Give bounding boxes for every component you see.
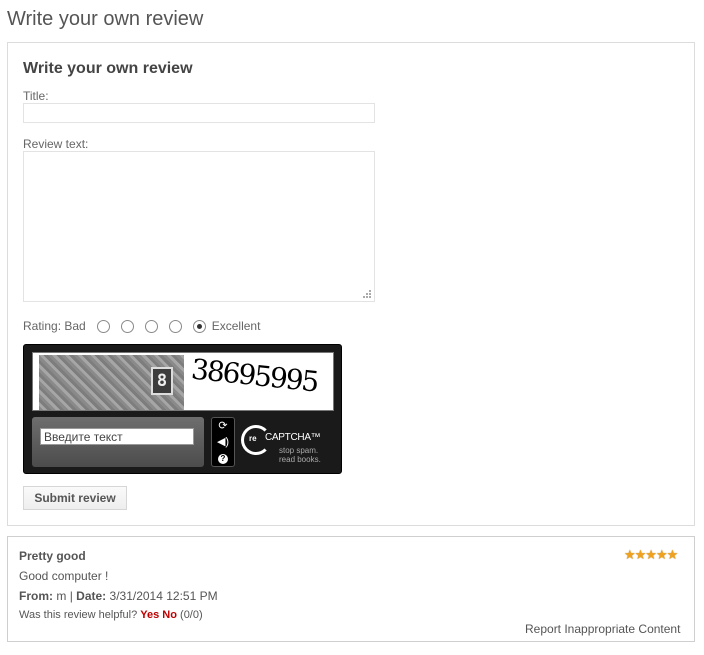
review-separator: | [69, 589, 73, 603]
helpful-no-link[interactable]: No [162, 609, 177, 621]
review-stars-icon: ★★★★★ [624, 547, 678, 562]
captcha-challenge-image: 8 38695995 [32, 352, 334, 411]
recaptcha-widget: 8 38695995 ⟳ ◀) ? re CAPTCHA™ stop spam.… [23, 344, 342, 474]
recaptcha-tagline-1: stop spam. [279, 446, 319, 455]
review-from-label: From: [19, 589, 53, 603]
review-author: m [56, 589, 67, 603]
audio-icon[interactable]: ◀) [212, 434, 234, 450]
rating-row: Rating: Bad Excellent [23, 318, 260, 334]
recaptcha-logo-prefix: re [249, 434, 257, 443]
review-date-label: Date: [76, 589, 107, 603]
captcha-input-area [32, 417, 204, 467]
captcha-distorted-word: 38695995 [189, 352, 319, 399]
report-inappropriate-link[interactable]: Report Inappropriate Content [525, 622, 680, 636]
rating-radio-4[interactable] [168, 319, 182, 333]
helpful-row: Was this review helpful? Yes No (0/0) [19, 609, 203, 621]
captcha-response-input[interactable] [40, 428, 194, 445]
rating-radio-2[interactable] [120, 319, 134, 333]
review-meta: From: m | Date: 3/31/2014 12:51 PM [19, 589, 218, 603]
rating-label: Rating: Bad [23, 319, 86, 333]
title-input[interactable] [23, 103, 375, 123]
resize-grip-icon[interactable] [362, 289, 372, 299]
captcha-controls: ⟳ ◀) ? [211, 417, 235, 467]
review-text-label: Review text: [23, 137, 89, 151]
helpful-counts: (0/0) [180, 609, 203, 621]
review-item: Pretty good ★★★★★ Good computer ! From: … [7, 536, 695, 642]
page-title: Write your own review [7, 8, 204, 30]
captcha-house-number: 8 [151, 367, 173, 395]
review-date: 3/31/2014 12:51 PM [109, 589, 218, 603]
captcha-photo: 8 [39, 355, 184, 410]
review-text-input[interactable] [23, 151, 375, 302]
refresh-icon[interactable]: ⟳ [212, 418, 234, 434]
review-body: Good computer ! [19, 569, 109, 583]
recaptcha-tagline: stop spam. read books. [279, 446, 321, 464]
rating-radio-1[interactable] [96, 319, 110, 333]
rating-radio-3[interactable] [144, 319, 158, 333]
submit-review-button[interactable]: Submit review [23, 486, 127, 510]
recaptcha-logo-word: CAPTCHA™ [265, 432, 321, 443]
review-form: Write your own review Title: Review text… [7, 42, 695, 526]
review-title: Pretty good [19, 549, 86, 563]
help-icon[interactable]: ? [212, 450, 234, 466]
helpful-yes-link[interactable]: Yes [140, 609, 159, 621]
recaptcha-logo: re CAPTCHA™ stop spam. read books. [241, 419, 339, 467]
rating-radio-5[interactable] [192, 319, 206, 333]
form-heading: Write your own review [23, 60, 193, 77]
helpful-question: Was this review helpful? [19, 609, 138, 621]
rating-high-label: Excellent [211, 319, 261, 333]
title-label: Title: [23, 89, 49, 103]
recaptcha-tagline-2: read books. [279, 455, 321, 464]
